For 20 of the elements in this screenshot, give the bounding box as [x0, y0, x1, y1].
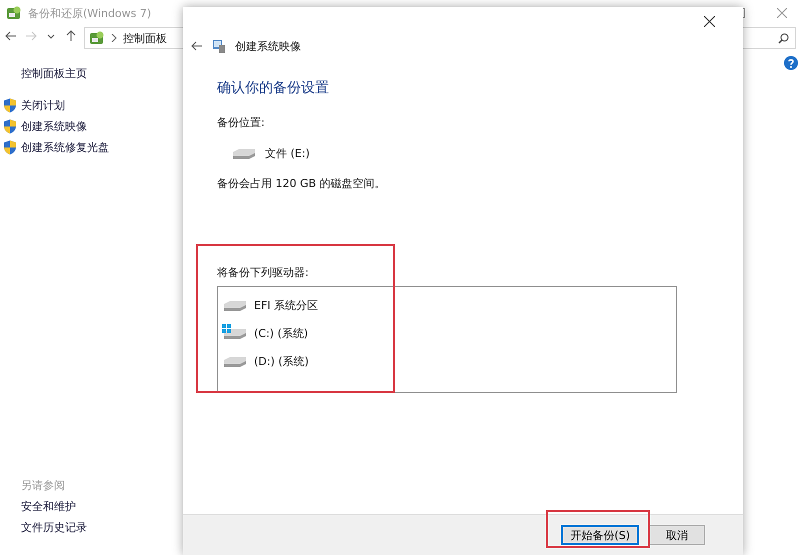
sidebar-link[interactable]: 文件历史记录	[21, 520, 180, 541]
dialog-title: 创建系统映像	[235, 38, 301, 54]
sidebar-task[interactable]: 关闭计划	[0, 95, 180, 116]
space-note: 备份会占用 120 GB 的磁盘空间。	[217, 176, 387, 191]
drive-name: 文件 (E:)	[265, 146, 310, 160]
drive-name: EFI 系统分区	[254, 298, 318, 312]
sidebar-task[interactable]: 创建系统修复光盘	[0, 137, 180, 158]
start-backup-button[interactable]: 开始备份(S)	[561, 525, 639, 545]
drive-name: (C:) (系统)	[254, 326, 308, 340]
section-label: 另请参阅	[21, 478, 66, 494]
breadcrumb-item[interactable]: 控制面板	[123, 30, 167, 46]
window-title: 备份和还原(Windows 7)	[28, 6, 152, 20]
page-heading: 确认你的备份设置	[217, 79, 330, 97]
sidebar-task[interactable]: 创建系统映像	[0, 116, 180, 137]
sidebar-link[interactable]: 安全和维护	[21, 499, 180, 520]
field-label: 备份位置:	[217, 115, 266, 130]
cancel-button[interactable]: 取消	[649, 525, 705, 545]
field-label: 将备份下列驱动器:	[217, 265, 310, 280]
sidebar-link[interactable]: 控制面板主页	[21, 66, 180, 81]
drive-name: (D:) (系统)	[254, 354, 309, 368]
